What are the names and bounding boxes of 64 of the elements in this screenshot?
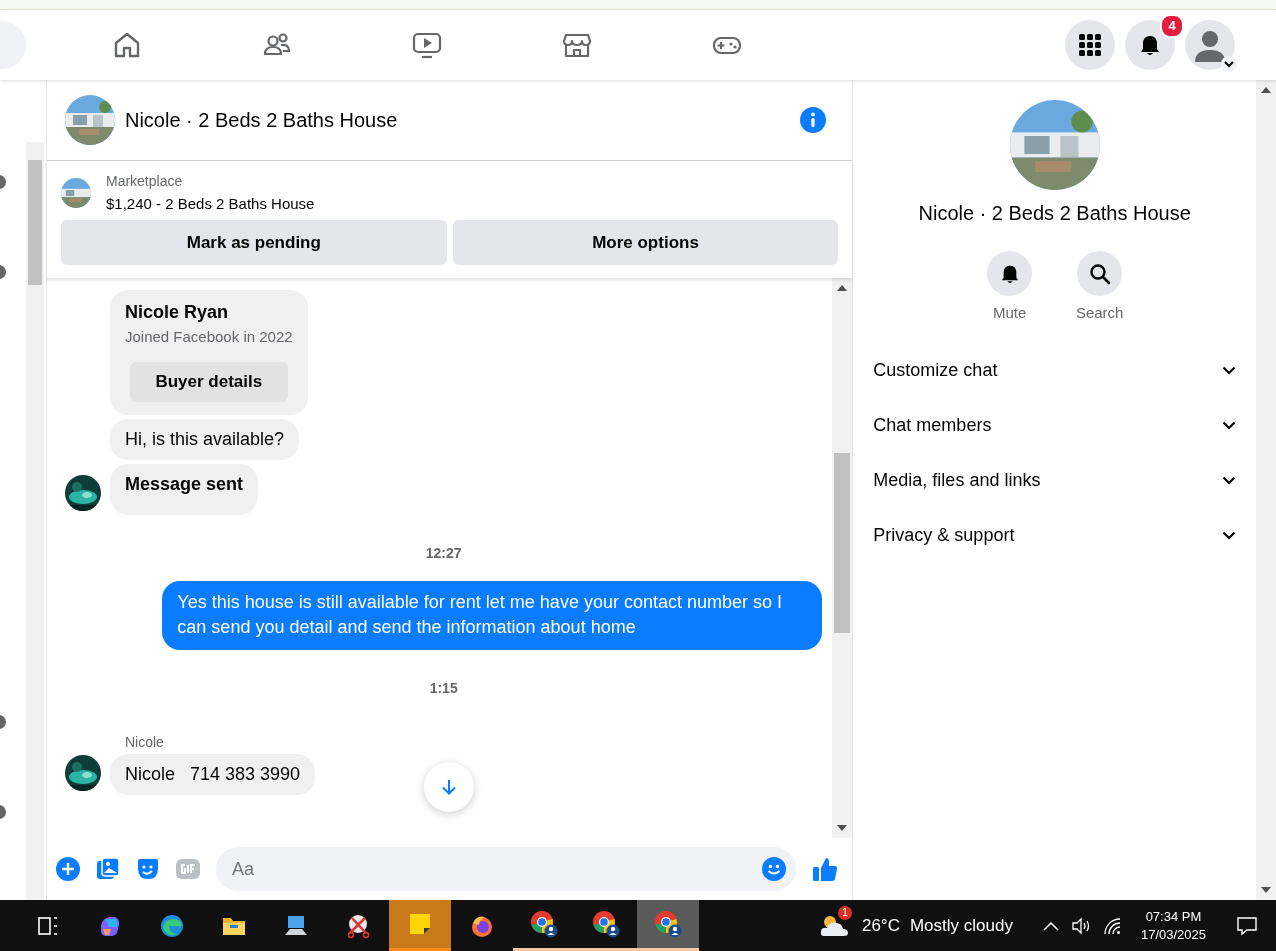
buyer-name: Nicole Ryan xyxy=(124,302,229,323)
search-icon xyxy=(1088,262,1111,285)
chevron-icon xyxy=(1222,366,1237,375)
search-button[interactable] xyxy=(1077,251,1123,296)
mute-button[interactable] xyxy=(987,251,1033,296)
message-bubble: Hi, is this available? xyxy=(109,419,300,460)
section-row[interactable]: Chat members xyxy=(873,398,1237,453)
weather-badge: 1 xyxy=(837,905,852,920)
like-icon[interactable] xyxy=(812,856,839,882)
message-field[interactable]: Aa xyxy=(215,847,797,891)
scissors-icon xyxy=(345,912,371,939)
chat-title: Nicole · 2 Beds 2 Baths House xyxy=(124,108,398,132)
listing-summary: $1,240 - 2 Beds 2 Baths House xyxy=(105,195,315,212)
notification-badge: 4 xyxy=(1160,14,1184,38)
buyer-joined: Joined Facebook in 2022 xyxy=(124,328,293,345)
note-icon xyxy=(407,911,433,937)
browser-icon xyxy=(591,909,621,939)
weather-condition: Mostly cloudy xyxy=(909,915,1013,936)
avatar-icon xyxy=(1185,20,1235,70)
listing-source: Marketplace xyxy=(105,173,184,189)
chevron-up-icon[interactable] xyxy=(1042,920,1059,931)
emoji-icon[interactable] xyxy=(762,857,787,881)
bell-icon xyxy=(999,263,1020,284)
message-bubble: Nicole 714 383 3990 xyxy=(109,754,316,795)
scrollbar[interactable] xyxy=(26,142,44,900)
chevron-icon xyxy=(1222,531,1237,540)
listing-action-button[interactable]: More options xyxy=(452,220,839,265)
action-label: Search xyxy=(1075,304,1124,321)
section-row[interactable]: Customize chat xyxy=(873,343,1237,398)
wave-icon xyxy=(159,912,185,939)
buyer-details-button[interactable]: Buyer details xyxy=(129,362,288,402)
scrollbar[interactable] xyxy=(1256,80,1276,900)
image-icon[interactable] xyxy=(95,857,120,881)
clock-time: 07:34 PM xyxy=(1145,909,1202,924)
temperature: 26°C xyxy=(861,915,900,936)
speaker-icon[interactable] xyxy=(1070,916,1091,935)
browser-icon xyxy=(529,909,559,939)
plus-icon[interactable] xyxy=(55,857,80,881)
timestamp: 1:15 xyxy=(429,680,458,696)
action-label: Mute xyxy=(993,304,1027,321)
message-bubble: Yes this house is still available for rent let me have your contact number so I can send you detail and send the information about home xyxy=(162,581,823,650)
timestamp: 12:27 xyxy=(425,545,462,561)
menu-button[interactable] xyxy=(1065,20,1115,70)
chevron-icon xyxy=(1222,476,1237,485)
chevron-icon xyxy=(1222,421,1237,430)
info-icon[interactable] xyxy=(800,107,827,133)
contact-name: Nicole · 2 Beds 2 Baths House xyxy=(918,202,1191,225)
notifications-button[interactable] xyxy=(1125,20,1175,70)
notification-center-icon[interactable] xyxy=(1236,915,1258,936)
sender-name: Nicole xyxy=(124,734,165,750)
listing-action-button[interactable]: Mark as pending xyxy=(60,220,447,265)
browser-icon xyxy=(653,909,683,939)
wifi-icon[interactable] xyxy=(1102,916,1121,935)
sticker-icon[interactable] xyxy=(135,857,160,881)
scrollbar[interactable] xyxy=(832,278,853,838)
profile-button[interactable] xyxy=(1185,20,1235,70)
message-input[interactable]: Aa xyxy=(229,857,763,881)
grid-icon xyxy=(1079,34,1101,56)
message-bubble: Message sent xyxy=(109,464,259,515)
section-row[interactable]: Privacy & support xyxy=(873,508,1237,563)
section-row[interactable]: Media, files and links xyxy=(873,453,1237,508)
caret-icon xyxy=(1224,60,1234,68)
bell-icon xyxy=(1139,34,1161,56)
clock-date: 17/03/2025 xyxy=(1140,927,1206,942)
